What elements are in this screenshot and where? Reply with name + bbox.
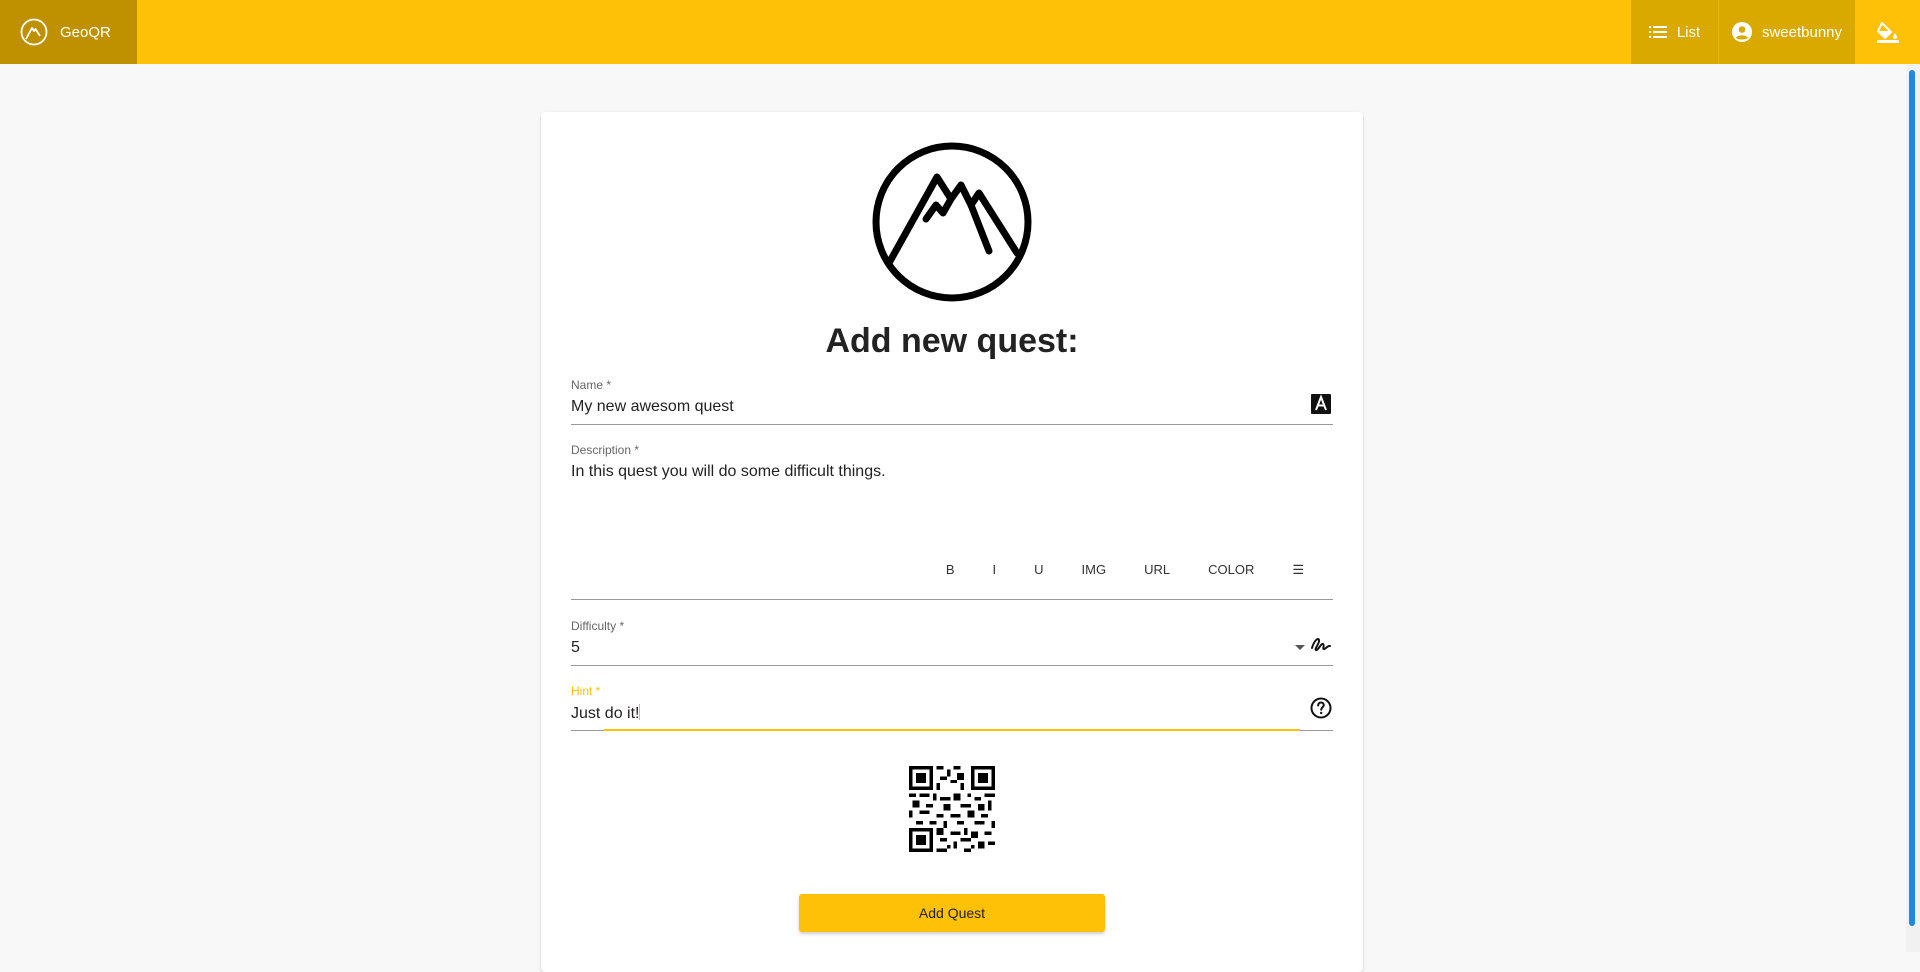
nav-user-label: sweetbunny — [1761, 23, 1843, 41]
nav-list-button[interactable]: List — [1631, 0, 1718, 64]
hint-focus-underline — [604, 729, 1300, 731]
page-title: Add new quest: — [825, 322, 1079, 360]
bold-button[interactable]: B — [927, 560, 974, 580]
hint-field[interactable]: Hint * Just do it! — [571, 684, 1333, 744]
name-label: Name * — [571, 378, 612, 392]
name-input[interactable]: My new awesom quest — [571, 398, 1333, 416]
signature-icon — [1311, 638, 1331, 652]
image-button[interactable]: IMG — [1063, 560, 1126, 580]
underline-button[interactable]: U — [1015, 560, 1062, 580]
description-underline — [571, 599, 1333, 600]
app-bar: GeoQR List sweetbunny — [0, 0, 1920, 64]
mountain-logo-icon — [20, 18, 48, 46]
chevron-down-icon[interactable] — [1295, 645, 1305, 650]
difficulty-underline — [571, 665, 1333, 666]
qr-code-icon — [909, 766, 995, 852]
mountain-logo-icon — [872, 142, 1032, 302]
description-editor[interactable]: In this quest you will do some difficult… — [571, 463, 1333, 481]
name-field[interactable]: Name * My new awesom quest — [571, 378, 1333, 438]
align-button[interactable]: ☰ — [1273, 560, 1323, 580]
brand-label: GeoQR — [60, 23, 111, 41]
add-quest-card: Add new quest: Name * My new awesom ques… — [541, 112, 1363, 972]
difficulty-value: 5 — [571, 639, 580, 656]
vertical-scrollbar[interactable] — [1906, 64, 1920, 952]
color-button[interactable]: COLOR — [1189, 560, 1273, 580]
name-underline — [571, 424, 1333, 425]
italic-button[interactable]: I — [974, 560, 1016, 580]
brand-home-link[interactable]: GeoQR — [0, 0, 137, 64]
paint-bucket-icon — [1876, 22, 1899, 43]
scrollbar-thumb[interactable] — [1909, 70, 1915, 926]
difficulty-select[interactable]: Difficulty * 5 — [571, 619, 1333, 679]
url-button[interactable]: URL — [1125, 560, 1189, 580]
nav-user-button[interactable]: sweetbunny — [1718, 0, 1855, 64]
nav-list-label: List — [1676, 23, 1701, 41]
hint-label: Hint * — [571, 684, 601, 698]
list-icon — [1648, 26, 1667, 38]
appbar-spacer — [137, 0, 1631, 64]
hint-input[interactable]: Just do it! — [571, 704, 1333, 723]
difficulty-label: Difficulty * — [571, 619, 625, 633]
account-circle-icon — [1731, 22, 1752, 42]
help-circle-icon — [1310, 697, 1332, 719]
text-cursor — [639, 704, 641, 720]
hint-value: Just do it! — [571, 705, 640, 722]
theme-toggle-button[interactable] — [1855, 0, 1920, 64]
text-format-icon — [1311, 394, 1331, 414]
rich-text-toolbar: B I U IMG URL COLOR ☰ — [927, 560, 1323, 580]
description-label: Description * — [571, 443, 640, 457]
add-quest-button[interactable]: Add Quest — [799, 894, 1105, 932]
description-field[interactable]: Description * In this quest you will do … — [571, 443, 1333, 600]
